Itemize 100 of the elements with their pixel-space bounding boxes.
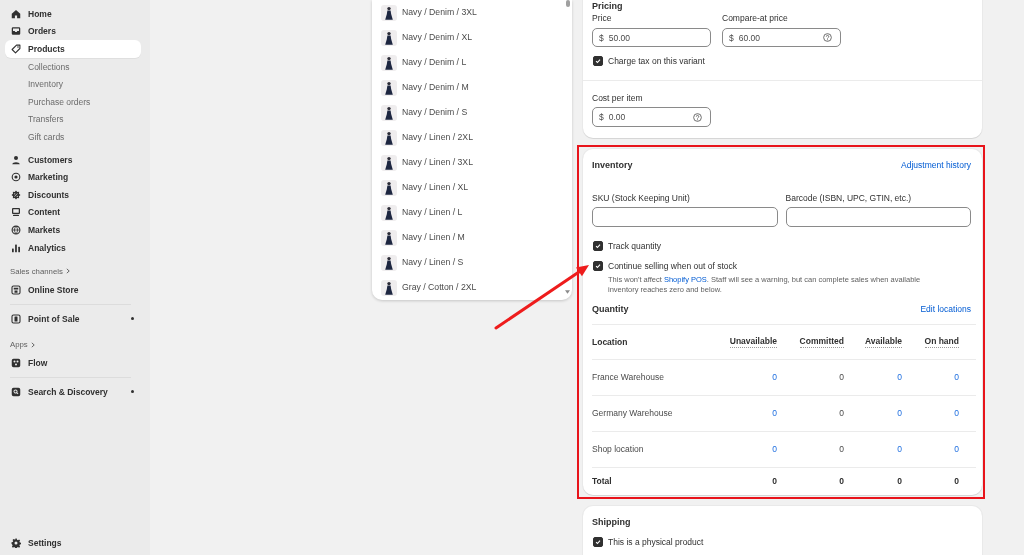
home-icon: [11, 8, 21, 19]
chevron-right-icon: [65, 268, 70, 275]
column-header[interactable]: Available: [865, 336, 902, 348]
card-title: Inventory: [592, 159, 633, 171]
checkbox[interactable]: [593, 241, 603, 251]
nav-subitem[interactable]: Transfers: [5, 110, 141, 129]
column-header: Location: [592, 336, 628, 348]
location-name: France Warehouse: [592, 372, 664, 383]
nav-item[interactable]: Analytics: [5, 238, 141, 257]
checkbox-label[interactable]: This is a physical product: [608, 536, 704, 548]
settings-link[interactable]: Settings: [5, 534, 141, 552]
quantity-link[interactable]: 0: [772, 372, 777, 383]
quantity-link[interactable]: 0: [954, 372, 959, 383]
column-header[interactable]: Unavailable: [729, 336, 777, 348]
variant-item[interactable]: Navy / Denim / M: [372, 75, 572, 100]
price-field[interactable]: $ 50.00: [592, 28, 711, 47]
nav-subitem[interactable]: Collections: [5, 57, 141, 76]
app-icon: [11, 358, 21, 369]
settings-icon: [11, 538, 21, 549]
photo-placeholder: [381, 154, 397, 171]
photo-placeholder: [381, 279, 397, 296]
nav-item[interactable]: Marketing: [5, 168, 141, 186]
nav-item[interactable]: Point of Sale: [5, 309, 141, 328]
checkbox[interactable]: [593, 261, 603, 271]
photo-placeholder: [381, 29, 397, 46]
quantity-link[interactable]: 0: [772, 444, 777, 455]
text-field[interactable]: [592, 207, 778, 227]
nav-item[interactable]: Content: [5, 203, 141, 222]
nav-item[interactable]: Orders: [5, 22, 141, 41]
inbox-icon: [11, 26, 21, 37]
field-label: Barcode (ISBN, UPC, GTIN, etc.): [785, 192, 913, 204]
nav-item[interactable]: Products: [5, 40, 141, 58]
variant-item[interactable]: Navy / Denim / L: [372, 50, 572, 75]
field-label: Price: [592, 12, 613, 24]
column-header[interactable]: Committed: [799, 336, 844, 348]
nav-item[interactable]: Online Store: [5, 281, 141, 299]
discount-badge-icon: [11, 189, 21, 200]
photo-placeholder: [381, 204, 397, 221]
globe-icon: [11, 224, 21, 235]
total-value: 0: [954, 476, 959, 487]
quantity-value: 0: [839, 444, 844, 455]
help-icon[interactable]: [693, 112, 702, 122]
photo-placeholder: [381, 104, 397, 121]
adjustment-history-link[interactable]: Adjustment history: [901, 159, 971, 171]
quantity-link[interactable]: 0: [897, 408, 902, 419]
photo-placeholder: [381, 79, 397, 96]
column-header[interactable]: On hand: [924, 336, 959, 348]
nav-subitem[interactable]: Purchase orders: [5, 92, 141, 111]
price-field[interactable]: $ 60.00: [722, 28, 841, 47]
quantity-link[interactable]: 0: [954, 444, 959, 455]
nav-subitem[interactable]: Gift cards: [5, 128, 141, 146]
text-field[interactable]: [785, 207, 971, 227]
card-title: Shipping: [592, 516, 632, 528]
variant-item[interactable]: Navy / Linen / 2XL: [372, 125, 572, 150]
cost-field[interactable]: $ 0.00: [592, 107, 711, 127]
quantity-link[interactable]: 0: [772, 408, 777, 419]
section-title: Quantity: [592, 303, 629, 315]
variant-item[interactable]: Navy / Linen / L: [372, 200, 572, 225]
variant-item[interactable]: Navy / Linen / M: [372, 225, 572, 250]
checkbox[interactable]: [593, 537, 603, 547]
variant-item[interactable]: Navy / Denim / 3XL: [372, 0, 572, 25]
photo-placeholder: [381, 254, 397, 271]
variant-item[interactable]: Navy / Linen / S: [372, 250, 572, 275]
chevron-right-icon: [30, 341, 35, 348]
person-icon: [11, 154, 21, 165]
help-icon[interactable]: [823, 33, 832, 42]
checkbox-label[interactable]: Track quantity: [608, 240, 662, 252]
total-value: 0: [839, 476, 844, 487]
variant-item[interactable]: Gray / Cotton / 2XL: [372, 275, 572, 300]
checkbox-label[interactable]: Continue selling when out of stock: [608, 260, 737, 272]
quantity-link[interactable]: 0: [897, 372, 902, 383]
edit-locations-link[interactable]: Edit locations: [920, 303, 971, 315]
nav-item[interactable]: Home: [5, 5, 141, 23]
nav-item[interactable]: Search & Discovery: [5, 383, 141, 401]
location-name: Shop location: [592, 444, 644, 455]
total-label: Total: [592, 476, 612, 487]
card-title: Pricing: [592, 0, 624, 12]
checkbox-label[interactable]: Charge tax on this variant: [608, 55, 705, 67]
tag-icon: [11, 44, 21, 54]
total-value: 0: [772, 476, 777, 487]
nav-subitem[interactable]: Inventory: [5, 75, 141, 93]
quantity-value: 0: [839, 408, 844, 419]
variant-item[interactable]: Navy / Linen / XL: [372, 175, 572, 200]
scrollbar-thumb[interactable]: [566, 0, 570, 7]
quantity-value: 0: [839, 372, 844, 383]
scroll-down-icon[interactable]: [565, 290, 570, 294]
total-value: 0: [897, 476, 902, 487]
variant-item[interactable]: Navy / Denim / XL: [372, 25, 572, 50]
quantity-link[interactable]: 0: [954, 408, 959, 419]
checkbox[interactable]: [593, 56, 603, 66]
device-icon: [11, 313, 21, 324]
variant-item[interactable]: Navy / Denim / S: [372, 100, 572, 125]
nav-item[interactable]: Discounts: [5, 185, 141, 204]
photo-placeholder: [381, 179, 397, 196]
quantity-link[interactable]: 0: [897, 444, 902, 455]
nav-item[interactable]: Markets: [5, 221, 141, 239]
nav-item[interactable]: Flow: [5, 354, 141, 373]
nav-item[interactable]: Customers: [5, 150, 141, 169]
variant-item[interactable]: Navy / Linen / 3XL: [372, 150, 572, 175]
bar-chart-icon: [11, 242, 21, 253]
